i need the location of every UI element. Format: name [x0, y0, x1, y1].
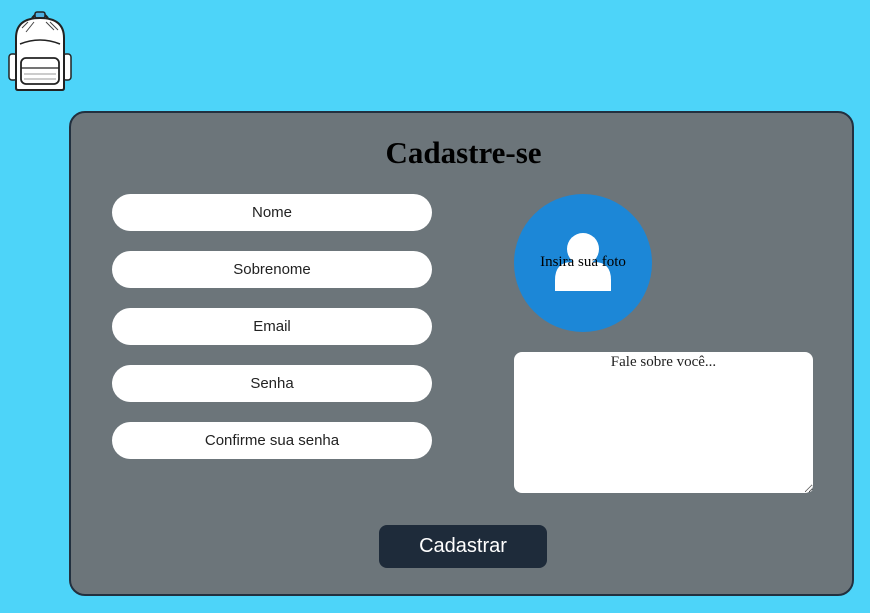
- last-name-field[interactable]: [112, 251, 432, 288]
- registration-card: Cadastre-se Insira sua foto Cadastrar: [69, 111, 854, 596]
- password-field[interactable]: [112, 365, 432, 402]
- backpack-logo-icon: [6, 8, 74, 92]
- register-button[interactable]: Cadastrar: [379, 525, 547, 568]
- photo-upload-label: Insira sua foto: [540, 254, 626, 270]
- form-title: Cadastre-se: [385, 135, 542, 170]
- confirm-password-field[interactable]: [112, 422, 432, 459]
- email-field[interactable]: [112, 308, 432, 345]
- first-name-field[interactable]: [112, 194, 432, 231]
- about-you-textarea[interactable]: [514, 352, 813, 493]
- photo-upload-button[interactable]: Insira sua foto: [514, 194, 652, 332]
